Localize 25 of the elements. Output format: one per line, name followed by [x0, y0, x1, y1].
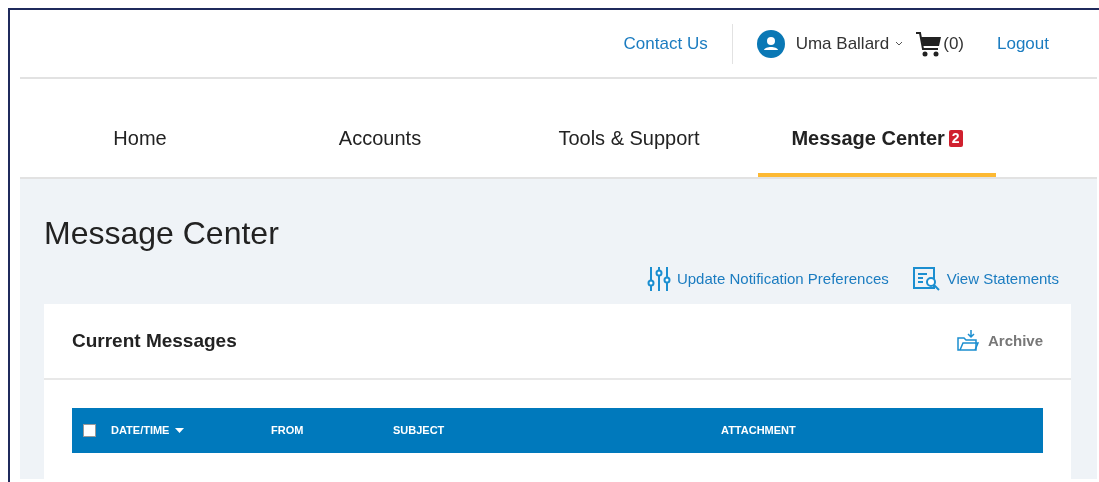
column-header[interactable]: SUBJECT: [393, 422, 445, 439]
nav-tab[interactable]: Tools & Support: [500, 121, 758, 177]
contact-us-link[interactable]: Contact Us: [623, 30, 708, 57]
chevron-down-icon: [895, 41, 904, 46]
column-header[interactable]: FROM: [271, 422, 304, 439]
page-title: Message Center: [44, 214, 280, 253]
user-menu[interactable]: Uma Ballard: [795, 30, 904, 57]
nav-tab[interactable]: Accounts: [260, 121, 500, 177]
sort-caret-icon: [175, 428, 185, 433]
cart-link[interactable]: (0): [915, 29, 964, 58]
folder-download-icon: [955, 329, 980, 353]
nav-tab[interactable]: Home: [20, 121, 260, 177]
document-search-icon: [912, 267, 941, 291]
sliders-icon: [646, 266, 671, 292]
column-header[interactable]: DATE/TIME: [111, 422, 185, 439]
logout-link[interactable]: Logout: [997, 30, 1049, 57]
card-title: Current Messages: [72, 328, 237, 353]
view-statements-link[interactable]: View Statements: [912, 267, 1059, 291]
user-avatar-icon: [756, 29, 785, 58]
count-badge: 2: [948, 129, 963, 147]
select-all-checkbox[interactable]: [83, 424, 96, 437]
column-header[interactable]: ATTACHMENT: [721, 422, 796, 439]
notification-preferences-link[interactable]: Update Notification Preferences: [646, 266, 889, 292]
cart-icon: [915, 29, 944, 58]
archive-button[interactable]: Archive: [955, 329, 1043, 353]
